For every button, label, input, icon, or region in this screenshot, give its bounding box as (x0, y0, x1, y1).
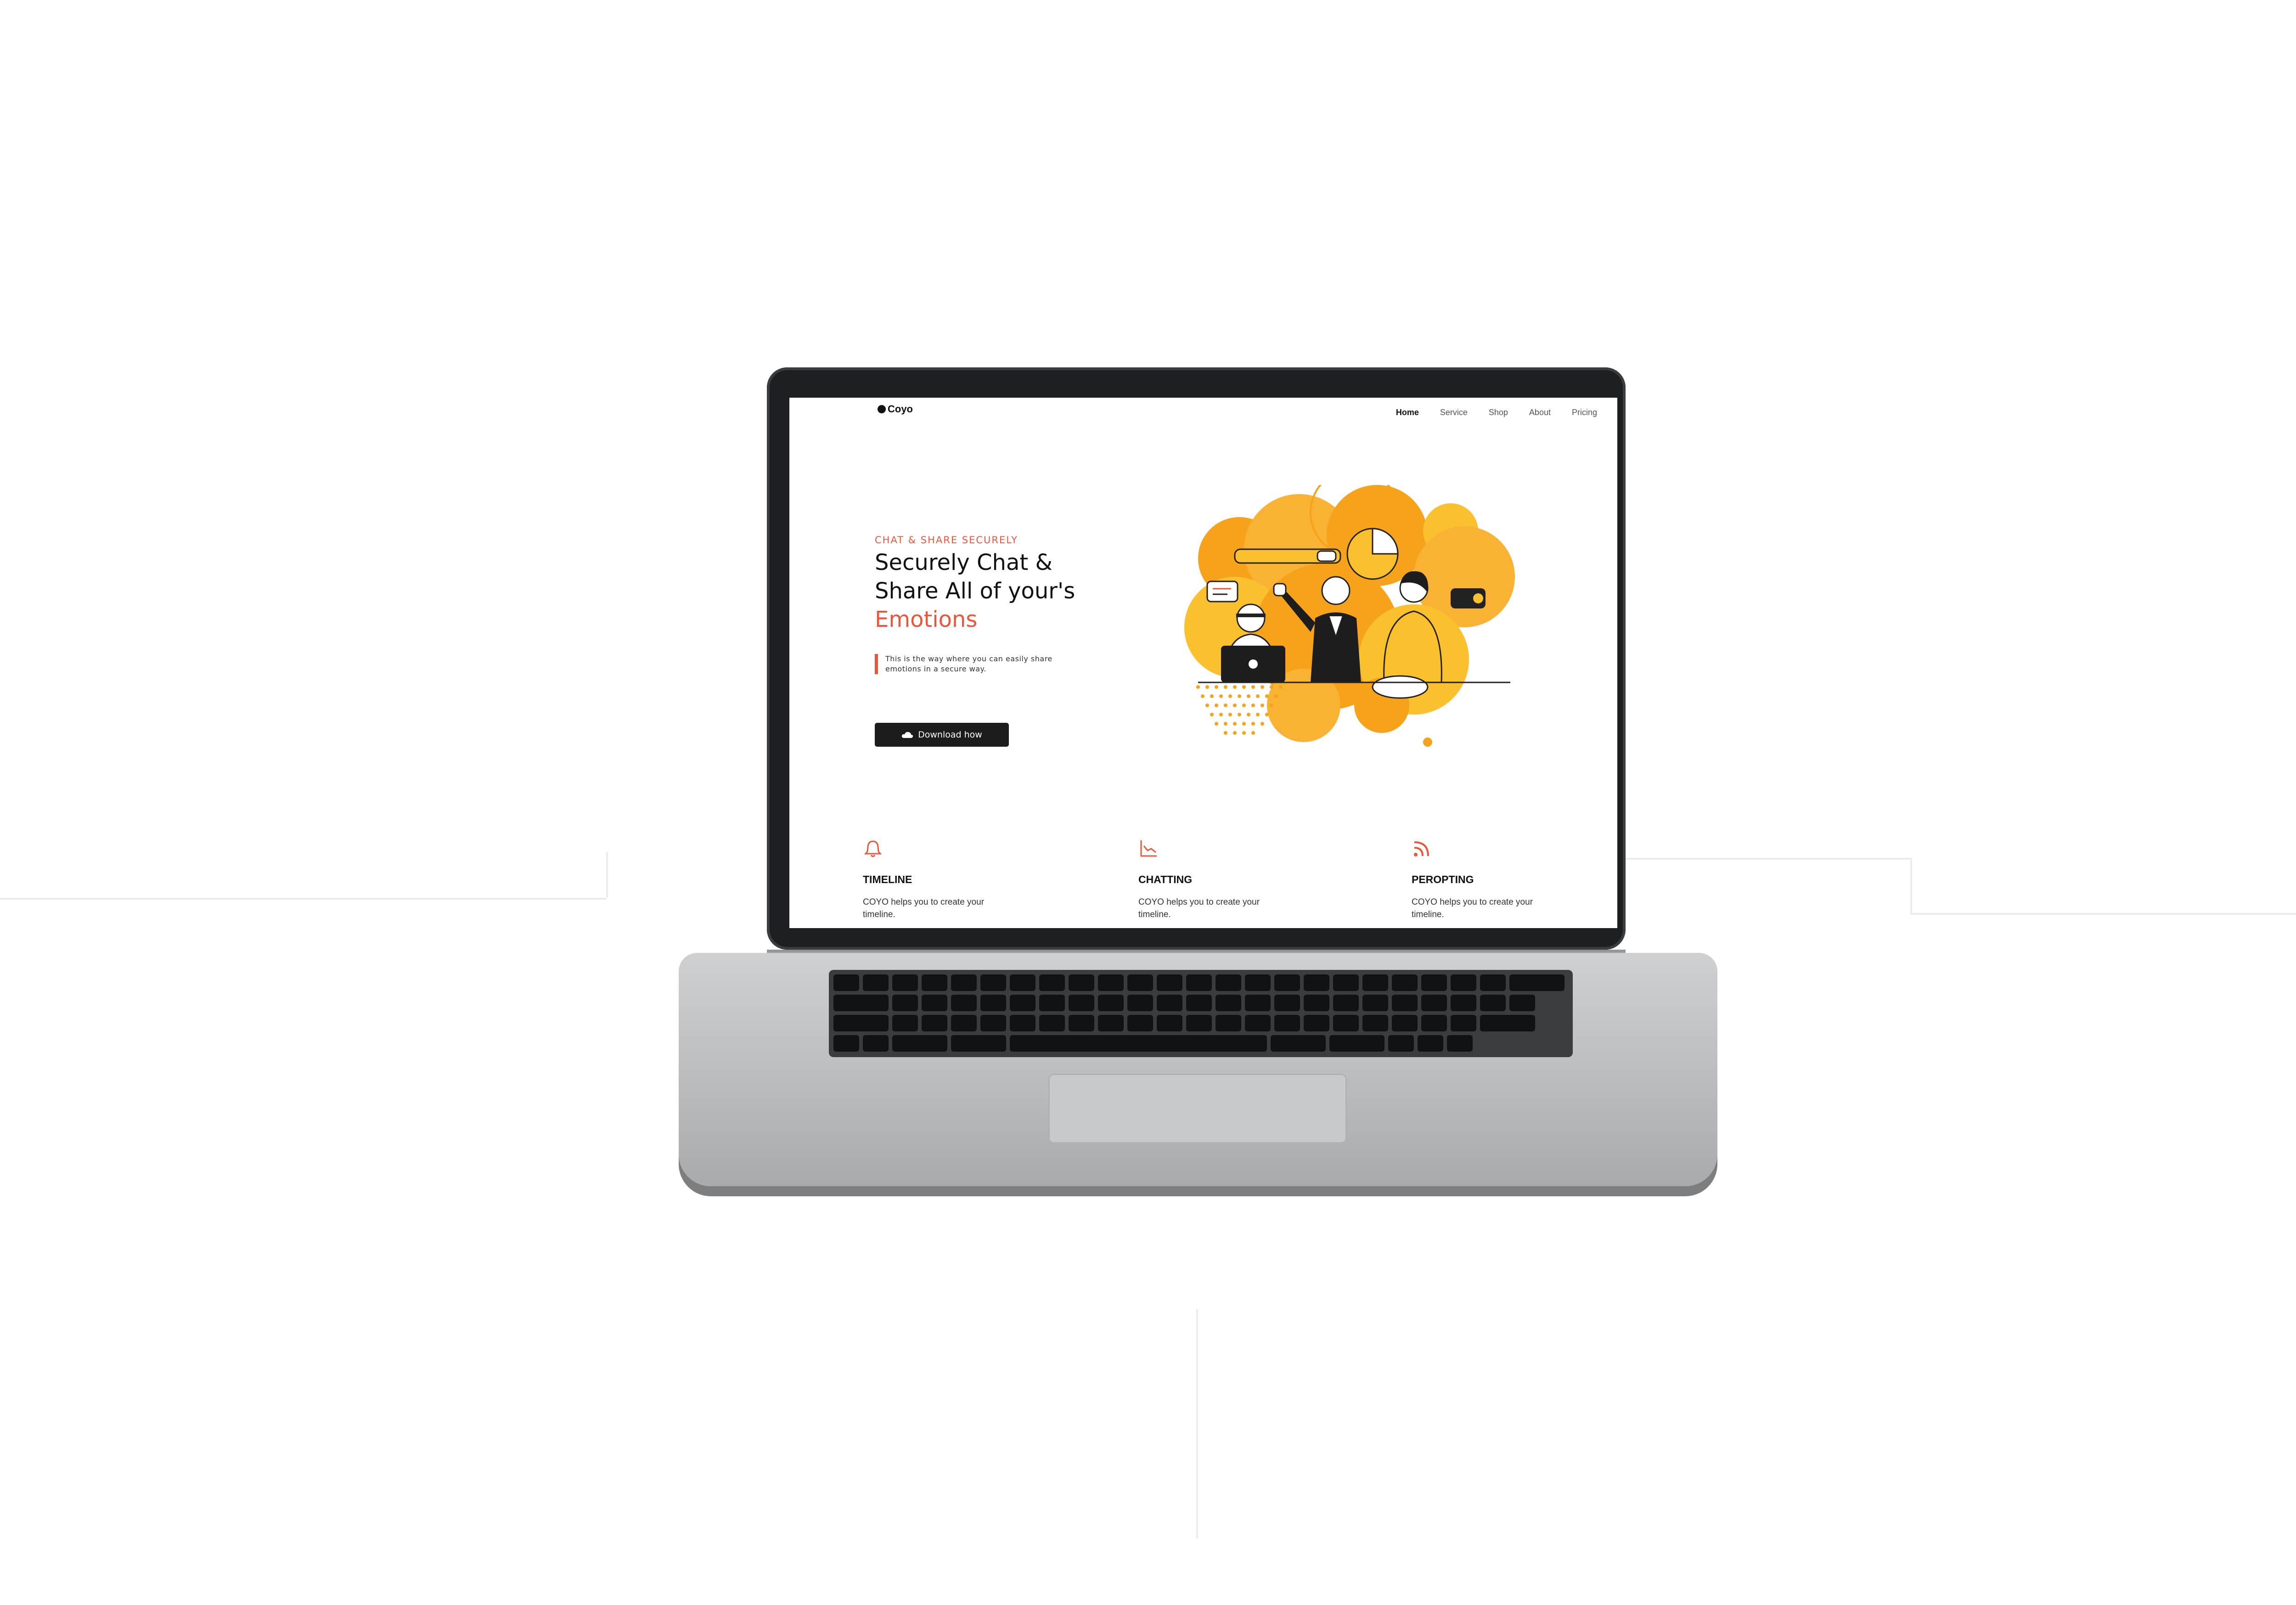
headline-line-1: Securely Chat & (875, 550, 1052, 575)
trackpad (1048, 1074, 1347, 1143)
feature-peropting: PEROPTING COYO helps you to create your … (1412, 839, 1577, 921)
logo-text: Coyo (888, 403, 913, 415)
nav-item-home[interactable]: Home (1396, 408, 1419, 417)
feature-title: TIMELINE (863, 873, 912, 885)
scene: Coyo Home Service Shop About Pricing CHA… (0, 0, 2296, 1605)
nav-item-shop[interactable]: Shop (1489, 408, 1508, 417)
keyboard (829, 970, 1573, 1057)
feature-description: COYO helps you to create your timeline. (863, 897, 985, 919)
search-bar-shape (1234, 548, 1341, 564)
feature-chatting: CHATTING COYO helps you to create your t… (1138, 839, 1304, 921)
headline-accent: Emotions (875, 607, 978, 632)
headline-line-2: Share All of your's (875, 578, 1075, 604)
keyboard-row (833, 1035, 1473, 1052)
nav-item-pricing[interactable]: Pricing (1572, 408, 1597, 417)
feature-title: CHATTING (1138, 873, 1193, 885)
feature-timeline: TIMELINE COYO helps you to create your t… (863, 839, 1028, 921)
site-logo[interactable]: Coyo (878, 403, 913, 415)
keyboard-row (833, 1015, 1535, 1031)
main-nav: Home Service Shop About Pricing (1396, 408, 1597, 417)
background-edge (0, 898, 606, 900)
hero-headline: Securely Chat & Share All of your's Emot… (875, 548, 1075, 634)
feature-title: PEROPTING (1412, 873, 1474, 885)
hero-description: This is the way where you can easily sha… (875, 654, 1083, 674)
background-edge (1910, 858, 1912, 913)
nav-item-about[interactable]: About (1529, 408, 1551, 417)
background-edge (1910, 913, 2296, 915)
chat-bubble-left (1206, 580, 1238, 603)
hero-illustration (1184, 485, 1515, 747)
rss-icon (1414, 841, 1429, 856)
chart-icon (1140, 840, 1157, 857)
bell-icon (864, 840, 882, 857)
cloud-icon (901, 732, 913, 738)
background-edge (1626, 858, 1910, 860)
feature-description: COYO helps you to create your timeline. (1412, 897, 1533, 919)
download-button-label: Download how (918, 730, 982, 740)
background-edge (1196, 1309, 1198, 1538)
chat-bubble-right (1451, 588, 1486, 608)
feature-description: COYO helps you to create your timeline. (1138, 897, 1260, 919)
pie-chart-shape (1346, 528, 1399, 580)
nav-item-service[interactable]: Service (1440, 408, 1468, 417)
logo-mark-icon (878, 405, 886, 413)
download-button[interactable]: Download how (875, 723, 1009, 747)
keyboard-row (833, 974, 1564, 991)
background-edge (606, 852, 608, 898)
laptop-screen: Coyo Home Service Shop About Pricing CHA… (789, 398, 1617, 928)
keyboard-row (833, 995, 1535, 1011)
hero-eyebrow: CHAT & SHARE SECURELY (875, 535, 1018, 546)
